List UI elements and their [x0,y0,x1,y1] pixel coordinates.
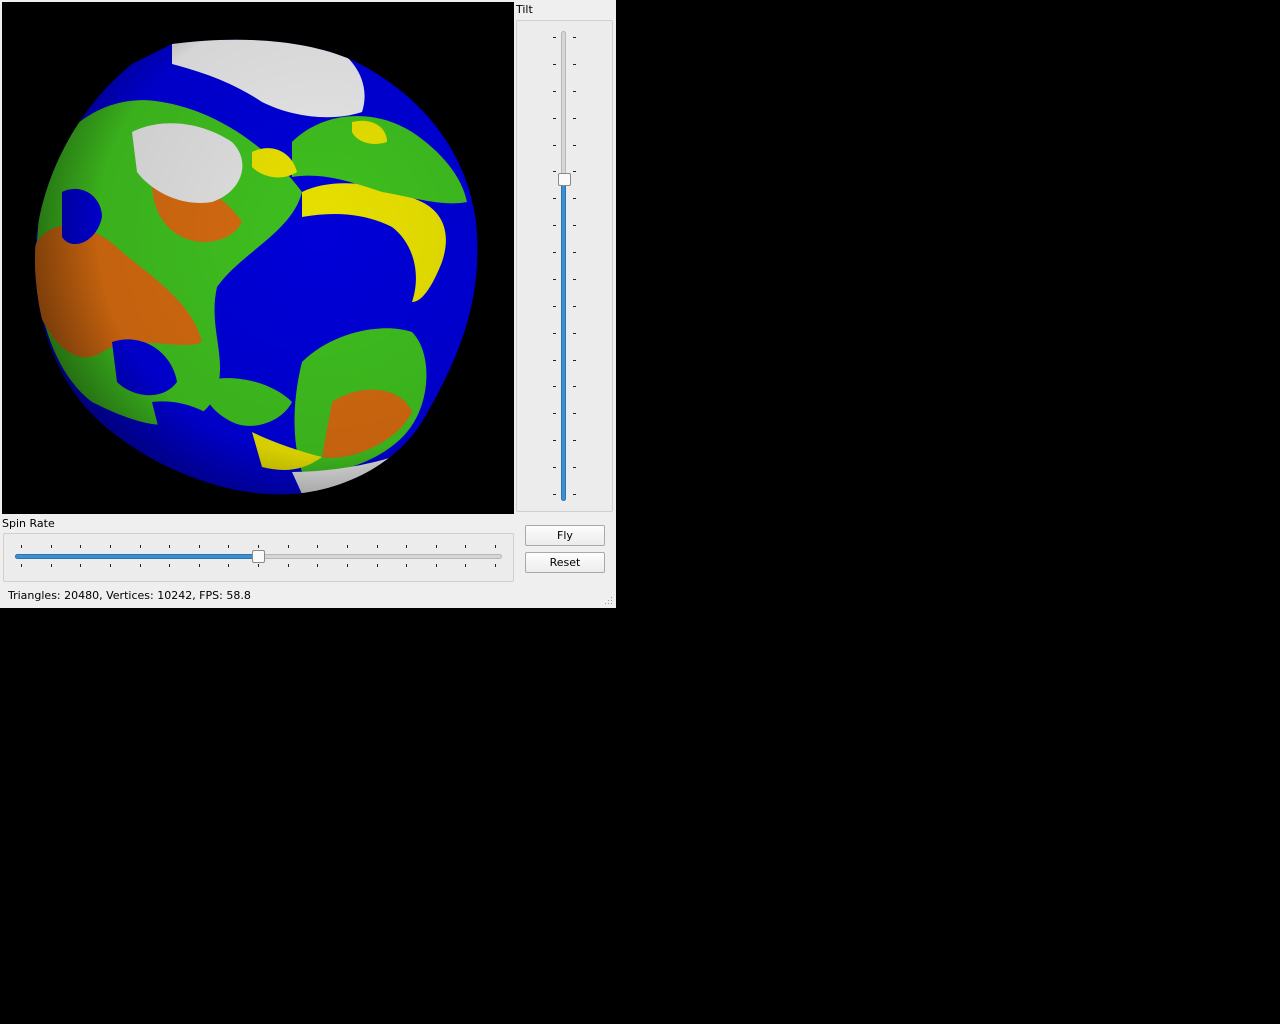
tilt-tick-mark [553,144,556,146]
status-bar-text: Triangles: 20480, Vertices: 10242, FPS: … [8,589,251,602]
tilt-tick-mark [573,278,576,280]
tilt-tick-mark [573,386,576,388]
spin-rate-tick-mark [109,545,111,548]
spin-rate-tick-mark [21,545,22,548]
spin-rate-tick-mark [465,545,467,548]
tilt-tick-mark [553,171,556,173]
tilt-tick-mark [573,305,576,307]
terrain-app-window: Tilt Spin Rate Fly Reset Triangles: 2048… [0,0,616,608]
tilt-tick-mark [553,278,556,280]
tilt-tick-mark [553,225,556,227]
tilt-tick-mark [553,467,556,469]
tilt-tick-mark [553,359,556,361]
tilt-slider-handle[interactable] [558,172,571,186]
tilt-tick-mark [553,63,556,65]
planet-render [34,39,478,495]
spin-rate-tick-mark [346,545,348,548]
spin-rate-tick-mark [21,564,22,567]
spin-rate-slider-handle[interactable] [252,550,265,563]
tilt-label: Tilt [516,3,533,16]
spin-rate-tick-mark [228,564,230,567]
spin-rate-tick-mark [80,545,82,548]
spin-rate-tick-mark [406,545,408,548]
tilt-tick-mark [573,225,576,227]
tilt-tick-mark [573,63,576,65]
tilt-tick-mark [573,359,576,361]
spin-rate-tick-mark [169,545,171,548]
tilt-tick-mark [573,332,576,334]
spin-rate-tick-mark [139,564,141,567]
fly-button[interactable]: Fly [525,525,605,546]
spin-rate-tick-mark [258,564,259,567]
spin-rate-tick-mark [376,564,378,567]
spin-rate-tick-mark [435,564,437,567]
tilt-tick-mark [553,37,556,38]
spin-rate-tick-mark [228,545,230,548]
spin-rate-tick-mark [198,564,200,567]
tilt-tick-mark [573,144,576,146]
spin-rate-tick-mark [465,564,467,567]
tilt-tick-mark [553,252,556,254]
tilt-tick-mark [573,252,576,254]
tilt-slider-group [516,20,613,512]
spin-rate-slider-group [3,533,514,582]
spin-rate-tick-mark [139,545,141,548]
tilt-slider-fill [561,178,566,501]
spin-rate-tick-mark [495,564,496,567]
spin-rate-tick-mark [80,564,82,567]
tilt-tick-mark [573,37,576,38]
tilt-tick-mark [573,494,576,495]
spin-rate-slider-fill [15,554,258,559]
tilt-tick-mark [553,440,556,442]
spin-rate-tick-mark [198,545,200,548]
tilt-tick-mark [573,90,576,92]
reset-button[interactable]: Reset [525,552,605,573]
tilt-tick-mark [553,117,556,119]
spin-rate-tick-mark [287,564,289,567]
spin-rate-tick-mark [287,545,289,548]
tilt-tick-mark [553,494,556,495]
spin-rate-tick-mark [406,564,408,567]
spin-rate-tick-mark [495,545,496,548]
spin-rate-tick-mark [435,545,437,548]
spin-rate-tick-mark [317,545,319,548]
tilt-tick-mark [573,440,576,442]
tilt-tick-mark [573,198,576,200]
spin-rate-tick-mark [376,545,378,548]
spin-rate-tick-mark [50,545,52,548]
spin-rate-tick-mark [258,545,259,548]
tilt-tick-mark [553,386,556,388]
spin-rate-tick-mark [169,564,171,567]
tilt-tick-mark [573,117,576,119]
tilt-tick-mark [553,305,556,307]
tilt-tick-mark [553,413,556,415]
tilt-tick-mark [553,90,556,92]
tilt-tick-mark [573,171,576,173]
spin-rate-tick-mark [346,564,348,567]
resize-grip-icon[interactable] [604,596,613,605]
spin-rate-tick-mark [109,564,111,567]
spin-rate-tick-mark [317,564,319,567]
globe-3d-viewport[interactable] [2,2,514,514]
tilt-tick-mark [573,413,576,415]
tilt-tick-mark [553,198,556,200]
tilt-tick-mark [573,467,576,469]
spin-rate-label: Spin Rate [2,517,55,530]
tilt-tick-mark [553,332,556,334]
spin-rate-tick-mark [50,564,52,567]
